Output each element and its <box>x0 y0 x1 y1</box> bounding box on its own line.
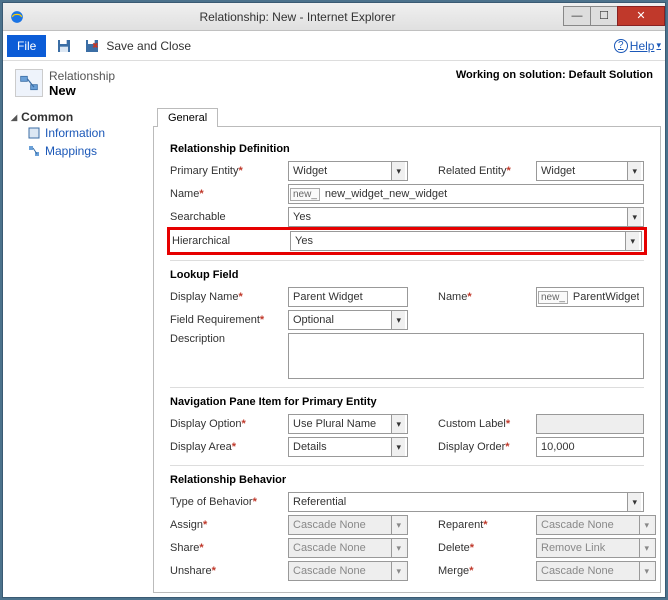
form-panel: Relationship Definition Primary Entity W… <box>153 126 661 593</box>
chevron-down-icon: ▾ <box>627 162 641 180</box>
reparent-select: Cascade None▾ <box>536 515 656 535</box>
solution-label: Working on solution: Default Solution <box>456 69 653 81</box>
lookup-name-input[interactable] <box>569 288 643 306</box>
chevron-down-icon: ▾ <box>627 208 641 226</box>
chevron-down-icon: ▾ <box>391 516 405 534</box>
breadcrumb: Relationship <box>49 69 115 83</box>
custom-label-label: Custom Label <box>438 418 528 430</box>
type-behavior-label: Type of Behavior <box>170 496 280 508</box>
display-name-label: Display Name <box>170 291 280 303</box>
page-header: Relationship New Working on solution: De… <box>3 61 665 104</box>
custom-label-input <box>536 414 644 434</box>
section-lookup: Lookup Field <box>170 269 644 281</box>
chevron-down-icon: ▾ <box>391 162 405 180</box>
merge-label: Merge <box>438 565 528 577</box>
type-behavior-select[interactable]: Referential▾ <box>288 492 644 512</box>
display-area-select[interactable]: Details▾ <box>288 437 408 457</box>
section-nav: Navigation Pane Item for Primary Entity <box>170 396 644 408</box>
primary-entity-select[interactable]: Widget▾ <box>288 161 408 181</box>
hierarchical-select[interactable]: Yes▾ <box>290 231 642 251</box>
chevron-down-icon: ▾ <box>391 438 405 456</box>
chevron-down-icon: ▾ <box>639 562 653 580</box>
assign-label: Assign <box>170 519 280 531</box>
sidebar-common[interactable]: Common <box>11 110 145 124</box>
minimize-button[interactable]: — <box>563 6 591 26</box>
display-order-label: Display Order <box>438 441 528 453</box>
help-link[interactable]: ? Help ▾ <box>614 39 661 53</box>
hierarchical-label: Hierarchical <box>172 235 282 247</box>
field-req-label: Field Requirement <box>170 314 280 326</box>
sidebar: Common Information Mappings <box>3 104 153 597</box>
title-bar: Relationship: New - Internet Explorer — … <box>3 3 665 31</box>
related-entity-label: Related Entity <box>438 165 528 177</box>
primary-entity-label: Primary Entity <box>170 165 280 177</box>
name-input[interactable] <box>321 185 643 203</box>
tab-general[interactable]: General <box>157 108 218 127</box>
ie-icon <box>9 9 25 25</box>
sidebar-item-mappings[interactable]: Mappings <box>11 142 145 160</box>
searchable-select[interactable]: Yes▾ <box>288 207 644 227</box>
save-icon[interactable] <box>54 36 74 56</box>
section-rel-def: Relationship Definition <box>170 143 644 155</box>
display-order-input[interactable] <box>536 437 644 457</box>
display-option-label: Display Option <box>170 418 280 430</box>
lookup-name-label: Name <box>438 291 528 303</box>
chevron-down-icon: ▾ <box>391 415 405 433</box>
merge-select: Cascade None▾ <box>536 561 656 581</box>
reparent-label: Reparent <box>438 519 528 531</box>
share-select: Cascade None▾ <box>288 538 408 558</box>
sidebar-item-label: Mappings <box>45 144 97 158</box>
section-behavior: Relationship Behavior <box>170 474 644 486</box>
sidebar-item-label: Information <box>45 126 105 140</box>
entity-icon <box>15 69 43 97</box>
name-prefix: new_ <box>290 188 320 201</box>
chevron-down-icon: ▾ <box>639 516 653 534</box>
delete-select: Remove Link▾ <box>536 538 656 558</box>
description-input[interactable] <box>288 333 644 379</box>
file-menu[interactable]: File <box>7 35 46 57</box>
maximize-button[interactable]: ☐ <box>590 6 618 26</box>
toolbar: File Save and Close ? Help ▾ <box>3 31 665 61</box>
chevron-down-icon: ▾ <box>391 311 405 329</box>
related-entity-select[interactable]: Widget▾ <box>536 161 644 181</box>
searchable-label: Searchable <box>170 211 280 223</box>
mappings-icon <box>27 144 41 158</box>
info-icon <box>27 126 41 140</box>
lookup-name-wrap: new_ <box>536 287 644 307</box>
lookup-name-prefix: new_ <box>538 291 568 304</box>
description-label: Description <box>170 333 280 345</box>
save-close-icon[interactable] <box>82 36 102 56</box>
field-req-select[interactable]: Optional▾ <box>288 310 408 330</box>
display-option-select[interactable]: Use Plural Name▾ <box>288 414 408 434</box>
chevron-down-icon: ▾ <box>656 40 661 51</box>
chevron-down-icon: ▾ <box>391 539 405 557</box>
tabs: General <box>153 104 665 126</box>
delete-label: Delete <box>438 542 528 554</box>
name-label: Name <box>170 188 280 200</box>
page-title: New <box>49 83 115 98</box>
chevron-down-icon: ▾ <box>391 562 405 580</box>
unshare-select: Cascade None▾ <box>288 561 408 581</box>
assign-select: Cascade None▾ <box>288 515 408 535</box>
display-area-label: Display Area <box>170 441 280 453</box>
window-title: Relationship: New - Internet Explorer <box>31 10 564 24</box>
save-and-close-button[interactable]: Save and Close <box>106 39 191 53</box>
unshare-label: Unshare <box>170 565 280 577</box>
chevron-down-icon: ▾ <box>639 539 653 557</box>
help-icon: ? <box>614 39 628 53</box>
share-label: Share <box>170 542 280 554</box>
close-button[interactable]: ✕ <box>617 6 665 26</box>
sidebar-item-information[interactable]: Information <box>11 124 145 142</box>
chevron-down-icon: ▾ <box>625 232 639 250</box>
name-input-wrap: new_ <box>288 184 644 204</box>
display-name-input[interactable] <box>288 287 408 307</box>
chevron-down-icon: ▾ <box>627 493 641 511</box>
help-label: Help <box>630 39 655 53</box>
